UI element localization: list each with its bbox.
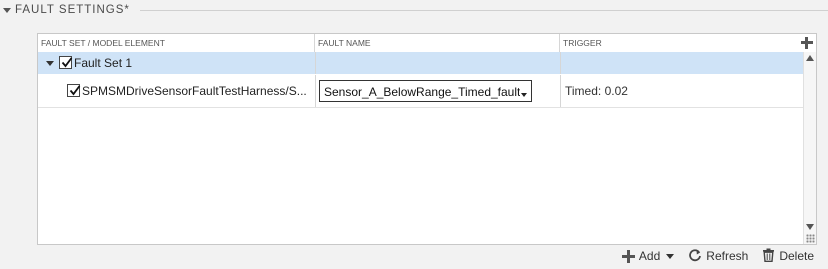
fault-set-checkbox[interactable] <box>59 56 73 69</box>
refresh-icon <box>688 248 702 265</box>
collapse-caret-icon[interactable] <box>3 7 11 13</box>
plus-icon <box>621 249 635 263</box>
section-divider <box>140 10 828 11</box>
fault-set-trigger-cell <box>560 52 804 74</box>
column-header-fault-name[interactable]: FAULT NAME <box>315 34 560 52</box>
bottom-toolbar: Add Refresh Delete <box>621 247 814 265</box>
fault-table: FAULT SET / MODEL ELEMENT FAULT NAME TRI… <box>37 33 817 245</box>
trigger-value: Timed: 0.02 <box>565 84 628 98</box>
add-dropdown-chevron-icon[interactable] <box>666 253 675 259</box>
scroll-down-icon[interactable] <box>806 224 814 230</box>
delete-button[interactable]: Delete <box>762 248 814 265</box>
add-column-plus-icon[interactable] <box>800 36 814 50</box>
column-header-model-element[interactable]: FAULT SET / MODEL ELEMENT <box>38 34 315 52</box>
fault-set-fault-name-cell <box>315 52 560 74</box>
table-header: FAULT SET / MODEL ELEMENT FAULT NAME TRI… <box>38 34 816 53</box>
refresh-button[interactable]: Refresh <box>688 248 748 265</box>
table-row-fault-set[interactable]: Fault Set 1 <box>38 52 804 74</box>
scroll-up-icon[interactable] <box>806 55 814 61</box>
chevron-down-icon <box>521 93 527 97</box>
section-title: FAULT SETTINGS* <box>15 4 130 16</box>
expand-caret-icon[interactable] <box>46 61 54 66</box>
trash-icon <box>762 248 775 265</box>
vertical-scrollbar[interactable] <box>803 52 816 244</box>
section-header-fault-settings[interactable]: FAULT SETTINGS* <box>3 2 130 18</box>
add-label: Add <box>638 249 661 263</box>
fault-set-label: Fault Set 1 <box>74 56 133 70</box>
model-element-checkbox[interactable] <box>67 84 81 97</box>
resize-grip-icon[interactable] <box>806 234 815 243</box>
refresh-label: Refresh <box>706 249 749 263</box>
fault-name-dropdown[interactable]: Sensor_A_BelowRange_Timed_fault <box>319 80 532 102</box>
trigger-cell: Timed: 0.02 <box>560 75 804 107</box>
add-button[interactable]: Add <box>621 249 675 263</box>
delete-label: Delete <box>779 249 814 263</box>
column-header-trigger[interactable]: TRIGGER <box>560 34 798 52</box>
fault-name-value: Sensor_A_BelowRange_Timed_fault <box>324 85 520 99</box>
fault-name-cell: Sensor_A_BelowRange_Timed_fault <box>315 75 560 107</box>
model-element-label: SPMSMDriveSensorFaultTestHarness/S... <box>82 84 307 98</box>
table-row-model-element[interactable]: SPMSMDriveSensorFaultTestHarness/S... Se… <box>38 75 804 108</box>
